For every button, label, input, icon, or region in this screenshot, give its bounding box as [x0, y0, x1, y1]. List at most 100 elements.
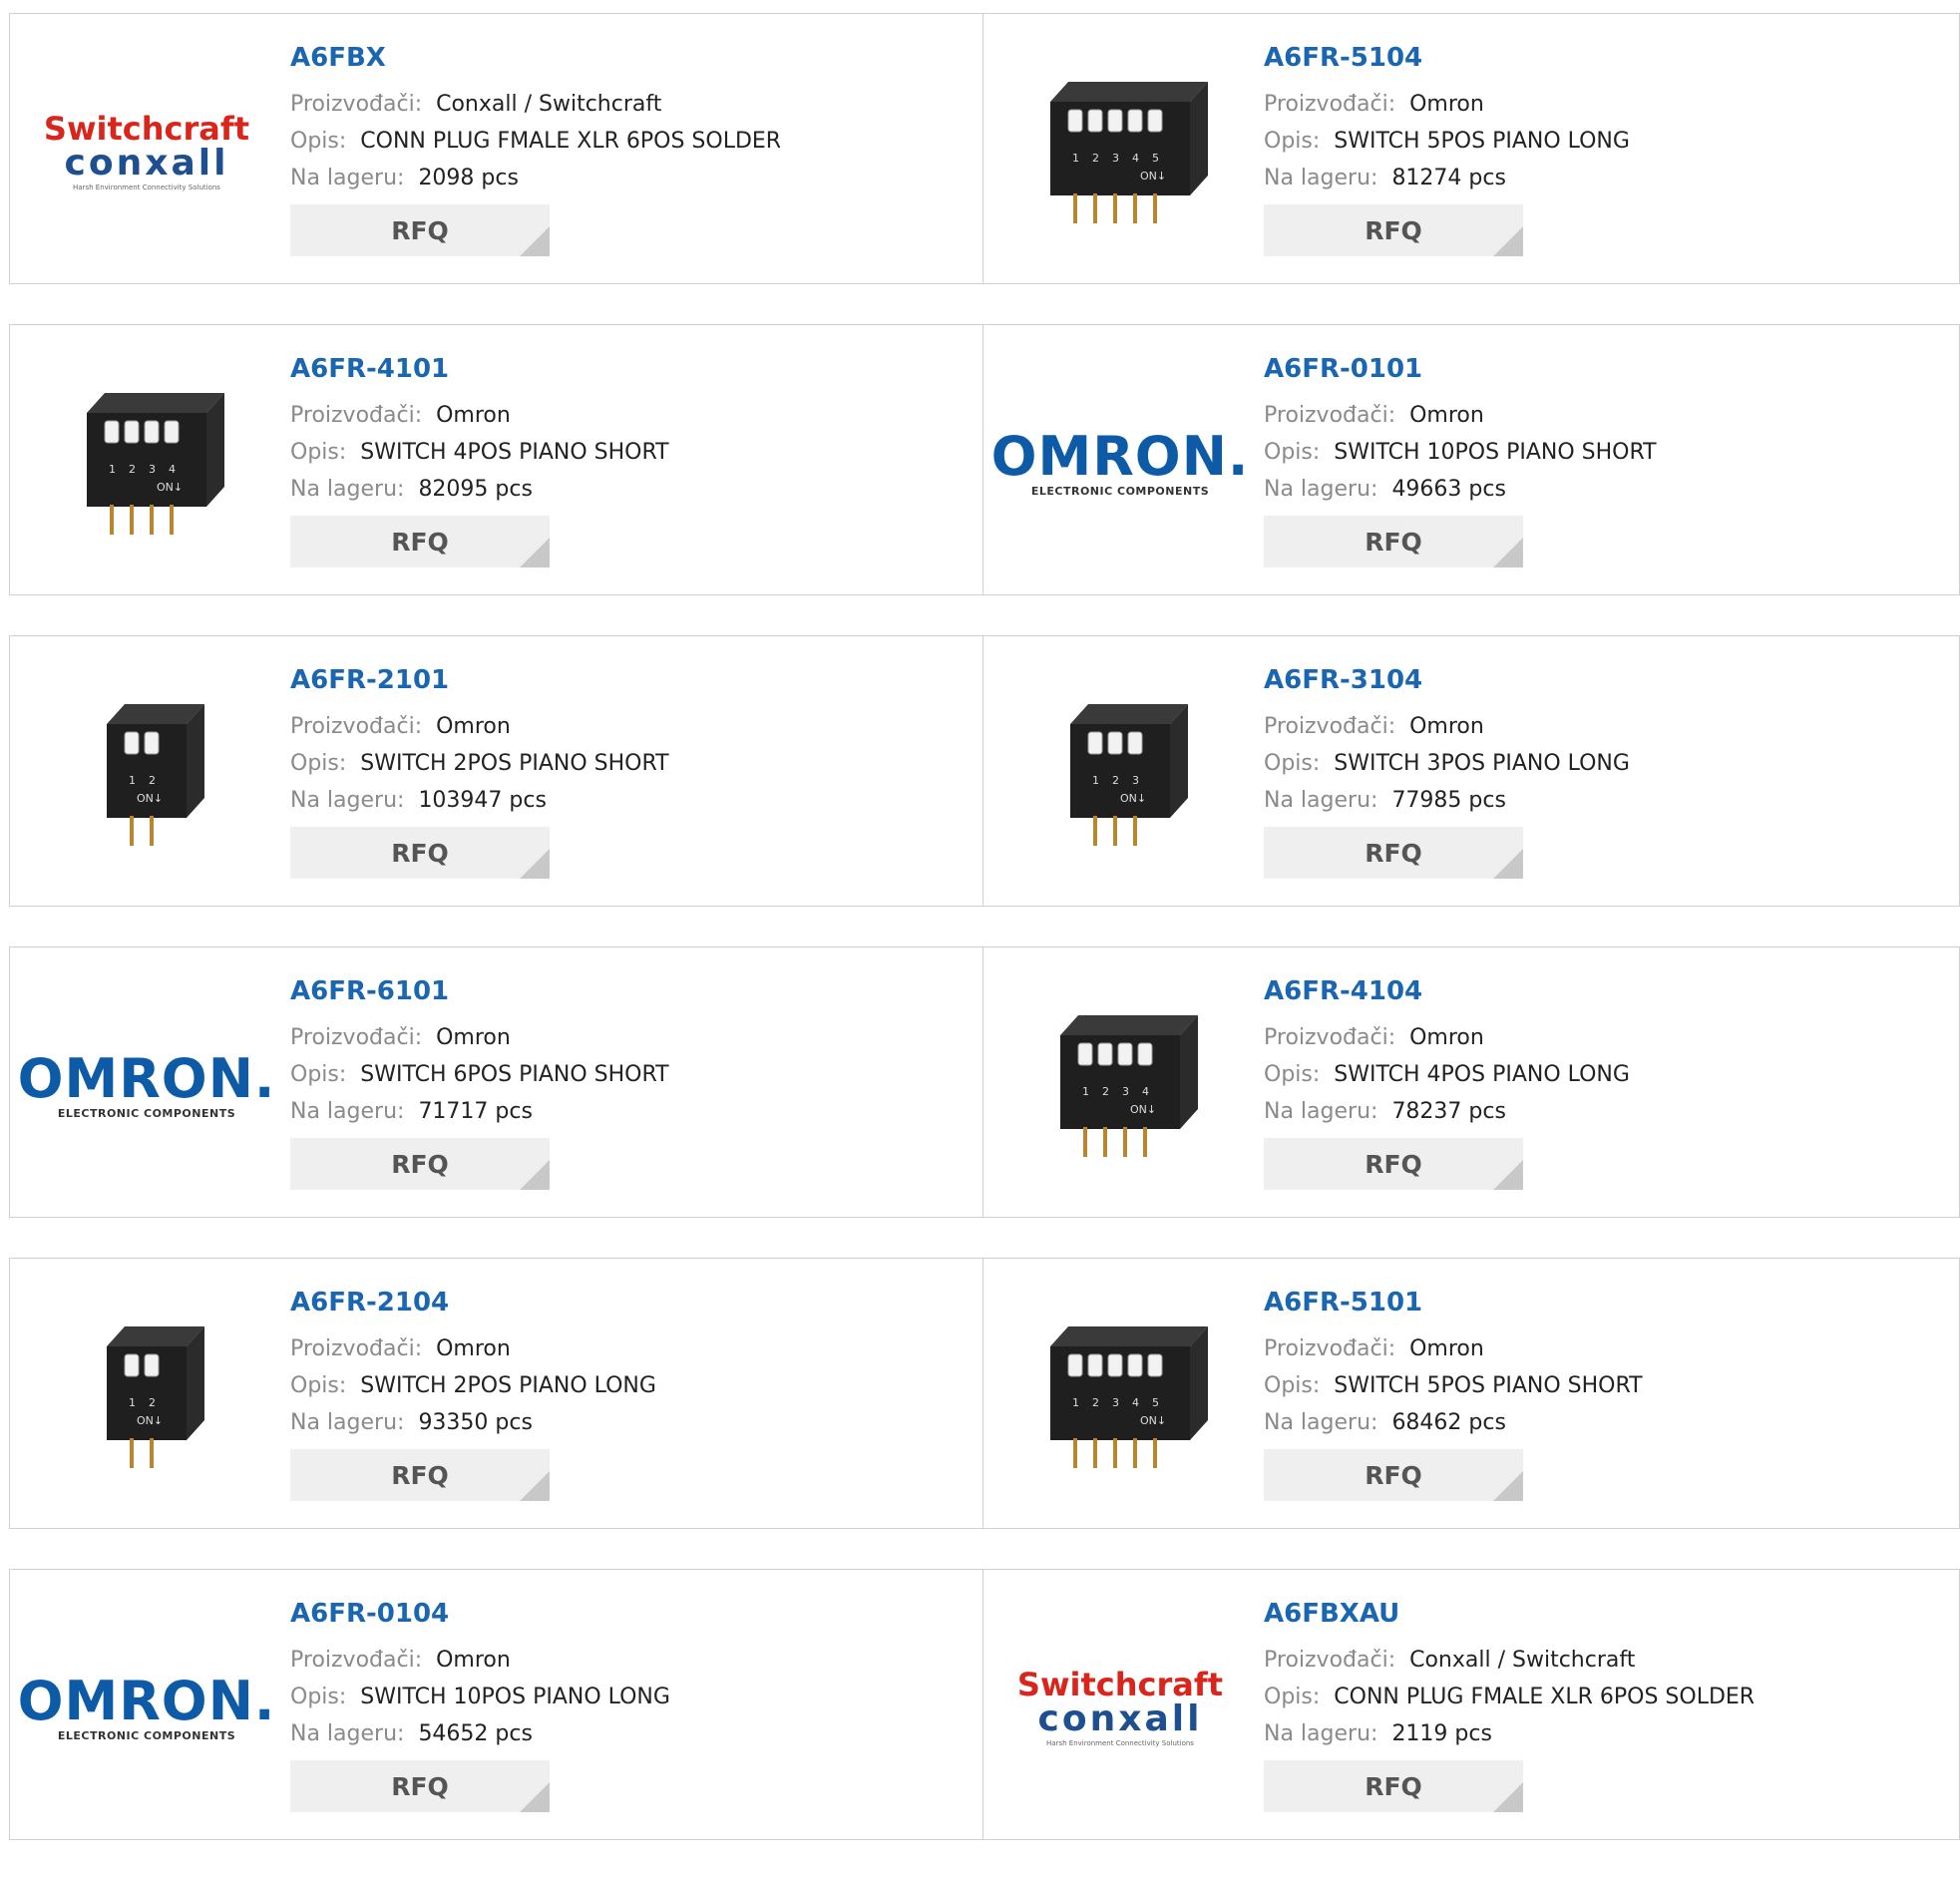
description-value: SWITCH 4POS PIANO LONG	[1334, 1062, 1630, 1087]
manufacturer-label: Proizvođači:	[290, 714, 423, 739]
rfq-button[interactable]: RFQ	[1264, 827, 1523, 879]
description-value: SWITCH 5POS PIANO SHORT	[1334, 1373, 1643, 1398]
manufacturer-value: Omron	[436, 1336, 511, 1361]
stock-value: 71717 pcs	[418, 1099, 533, 1124]
manufacturer-label: Proizvođači:	[1264, 714, 1396, 739]
description-label: Opis:	[290, 129, 347, 154]
svg-text:ON↓: ON↓	[1140, 1414, 1166, 1427]
rfq-button[interactable]: RFQ	[290, 204, 550, 256]
rfq-button[interactable]: RFQ	[1264, 1138, 1523, 1190]
manufacturer-value: Omron	[1409, 1336, 1484, 1361]
description-value: SWITCH 10POS PIANO SHORT	[1334, 440, 1657, 465]
manufacturer-value: Omron	[436, 403, 511, 428]
svg-text:ON↓: ON↓	[1120, 792, 1146, 805]
manufacturer-line: Proizvođači: Omron	[1264, 86, 1630, 123]
svg-text:3: 3	[1112, 1396, 1119, 1409]
description-value: SWITCH 2POS PIANO SHORT	[360, 751, 669, 776]
part-number-link[interactable]: A6FR-0104	[290, 1598, 670, 1630]
stock-line: Na lageru: 81274 pcs	[1264, 160, 1630, 196]
product-card: 12345 ON↓ A6FR-5104 Proizvođači: Omron Op…	[983, 13, 1960, 284]
product-image[interactable]: OMRON. ELECTRONIC COMPONENTS	[991, 363, 1249, 563]
manufacturer-line: Proizvođači: Omron	[290, 1642, 670, 1679]
stock-line: Na lageru: 49663 pcs	[1264, 471, 1657, 508]
stock-line: Na lageru: 78237 pcs	[1264, 1093, 1630, 1130]
product-info: A6FR-5104 Proizvođači: Omron Opis: SWITCH …	[1264, 42, 1630, 256]
part-number-link[interactable]: A6FR-5101	[1264, 1287, 1643, 1318]
product-card: 1234 ON↓ A6FR-4101 Proizvođači: Omron Opi…	[9, 324, 983, 595]
rfq-button[interactable]: RFQ	[290, 1138, 550, 1190]
part-number-link[interactable]: A6FR-4104	[1264, 975, 1630, 1007]
product-info: A6FR-6101 Proizvođači: Omron Opis: SWITCH …	[290, 975, 669, 1190]
product-image[interactable]: 12345 ON↓	[1020, 1297, 1220, 1496]
manufacturer-line: Proizvođači: Conxall / Switchcraft	[290, 86, 781, 123]
rfq-button[interactable]: RFQ	[290, 1760, 550, 1812]
description-line: Opis: CONN PLUG FMALE XLR 6POS SOLDER	[290, 123, 781, 160]
product-image[interactable]: 12 ON↓	[47, 1297, 246, 1496]
product-card: Switchcraft conxall Harsh Environment Co…	[983, 1569, 1960, 1840]
rfq-button[interactable]: RFQ	[1264, 1760, 1523, 1812]
stock-value: 77985 pcs	[1391, 788, 1506, 813]
description-line: Opis: SWITCH 2POS PIANO SHORT	[290, 745, 669, 782]
product-image[interactable]: Switchcraft conxall Harsh Environment Co…	[1017, 1608, 1223, 1807]
svg-text:4: 4	[1142, 1085, 1149, 1098]
product-grid: Switchcraft conxall Harsh Environment Co…	[9, 13, 1960, 1880]
product-card: OMRON. ELECTRONIC COMPONENTS A6FR-0101 P…	[983, 324, 1960, 595]
stock-value: 2098 pcs	[418, 166, 519, 190]
part-number-link[interactable]: A6FR-5104	[1264, 42, 1630, 74]
svg-text:1: 1	[1072, 1396, 1079, 1409]
product-image[interactable]: 12345 ON↓	[1020, 52, 1220, 251]
rfq-button[interactable]: RFQ	[290, 516, 550, 567]
rfq-button[interactable]: RFQ	[1264, 1449, 1523, 1501]
manufacturer-label: Proizvođači:	[290, 1648, 423, 1673]
product-image[interactable]: 123 ON↓	[1020, 674, 1220, 874]
product-info: A6FR-4104 Proizvođači: Omron Opis: SWITCH …	[1264, 975, 1630, 1190]
svg-text:1: 1	[129, 1396, 136, 1409]
product-image[interactable]: Switchcraft conxall Harsh Environment Co…	[44, 52, 249, 251]
product-image[interactable]: OMRON. ELECTRONIC COMPONENTS	[18, 1608, 275, 1807]
stock-label: Na lageru:	[290, 1410, 405, 1435]
part-number-link[interactable]: A6FR-2104	[290, 1287, 656, 1318]
rfq-button[interactable]: RFQ	[1264, 204, 1523, 256]
svg-text:5: 5	[1152, 152, 1159, 165]
stock-label: Na lageru:	[290, 1721, 405, 1746]
manufacturer-line: Proizvođači: Omron	[290, 1330, 656, 1367]
part-number-link[interactable]: A6FR-2101	[290, 664, 669, 696]
stock-line: Na lageru: 77985 pcs	[1264, 782, 1630, 819]
product-image[interactable]: OMRON. ELECTRONIC COMPONENTS	[18, 985, 275, 1185]
stock-value: 103947 pcs	[418, 788, 547, 813]
part-number-link[interactable]: A6FBXAU	[1264, 1598, 1755, 1630]
svg-text:5: 5	[1152, 1396, 1159, 1409]
description-line: Opis: SWITCH 5POS PIANO LONG	[1264, 123, 1630, 160]
svg-text:4: 4	[169, 463, 176, 476]
product-info: A6FR-5101 Proizvođači: Omron Opis: SWITCH …	[1264, 1287, 1643, 1501]
stock-value: 49663 pcs	[1391, 477, 1506, 502]
part-number-link[interactable]: A6FR-4101	[290, 353, 669, 385]
part-number-link[interactable]: A6FR-0101	[1264, 353, 1657, 385]
description-line: Opis: SWITCH 4POS PIANO SHORT	[290, 434, 669, 471]
svg-text:1: 1	[109, 463, 116, 476]
manufacturer-value: Conxall / Switchcraft	[436, 92, 662, 117]
product-image[interactable]: 12 ON↓	[47, 674, 246, 874]
product-image[interactable]: 1234 ON↓	[47, 363, 246, 563]
product-card: 12345 ON↓ A6FR-5101 Proizvođači: Omron Op…	[983, 1258, 1960, 1529]
part-number-link[interactable]: A6FR-3104	[1264, 664, 1630, 696]
manufacturer-label: Proizvođači:	[1264, 403, 1396, 428]
product-image[interactable]: 1234 ON↓	[1020, 985, 1220, 1185]
description-label: Opis:	[1264, 1373, 1321, 1398]
part-number-link[interactable]: A6FBX	[290, 42, 781, 74]
product-card: OMRON. ELECTRONIC COMPONENTS A6FR-0104 P…	[9, 1569, 983, 1840]
manufacturer-label: Proizvođači:	[290, 403, 423, 428]
stock-label: Na lageru:	[1264, 788, 1378, 813]
rfq-button[interactable]: RFQ	[1264, 516, 1523, 567]
product-row: Switchcraft conxall Harsh Environment Co…	[9, 13, 1960, 286]
rfq-button[interactable]: RFQ	[290, 827, 550, 879]
description-label: Opis:	[1264, 1062, 1321, 1087]
rfq-button[interactable]: RFQ	[290, 1449, 550, 1501]
manufacturer-line: Proizvođači: Conxall / Switchcraft	[1264, 1642, 1755, 1679]
manufacturer-line: Proizvođači: Omron	[1264, 397, 1657, 434]
description-line: Opis: SWITCH 5POS PIANO SHORT	[1264, 1367, 1643, 1404]
manufacturer-label: Proizvođači:	[1264, 1648, 1396, 1673]
part-number-link[interactable]: A6FR-6101	[290, 975, 669, 1007]
description-label: Opis:	[290, 1373, 347, 1398]
svg-text:ON↓: ON↓	[157, 481, 183, 494]
